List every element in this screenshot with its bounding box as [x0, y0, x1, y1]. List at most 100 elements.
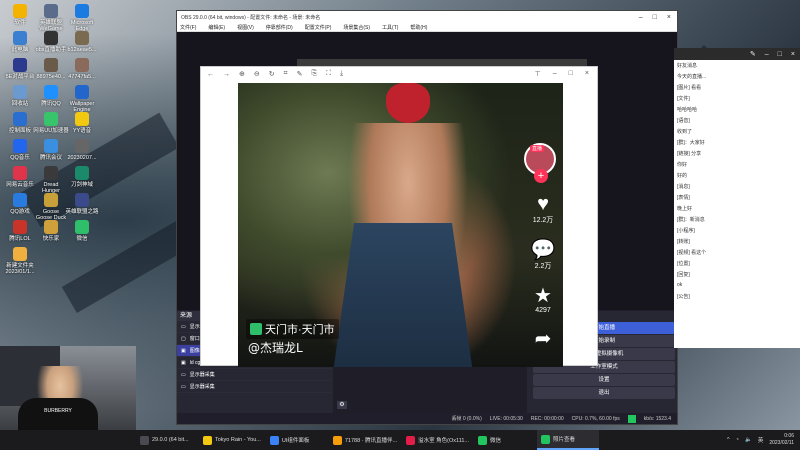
author-username[interactable]: @杰瑞龙L [248, 339, 303, 356]
taskbar-app[interactable]: 71788 · 腾讯直播伴... [329, 430, 401, 450]
chat-line[interactable]: [文件] [674, 93, 800, 104]
app-icon [332, 435, 342, 445]
app-icon [269, 435, 279, 445]
share-button[interactable]: ➦ [526, 328, 560, 350]
desktop-icon[interactable]: Wallpaper Engine [64, 85, 100, 113]
copy-icon[interactable]: ⎘ [311, 70, 317, 78]
video-frame-photo: 直播 + ♥ 12.2万 💬 2.2万 ★ 4297 ➦ 天门市·天门市 @杰瑞… [238, 83, 563, 367]
menu-profile[interactable]: 配置文件(P) [305, 24, 332, 31]
chat-line[interactable]: 你好 [674, 159, 800, 170]
minimize-icon[interactable]: – [765, 51, 769, 58]
chat-line[interactable]: 晚上好 [674, 203, 800, 214]
close-icon[interactable]: × [791, 51, 795, 58]
menu-edit[interactable]: 编辑(E) [208, 24, 225, 31]
chat-line[interactable]: 好友消息 [674, 60, 800, 71]
app-icon [44, 139, 58, 153]
zoom-out-icon[interactable]: ⊖ [254, 70, 260, 78]
desktop-icon[interactable]: YY语音 [64, 112, 100, 134]
chat-line[interactable]: [公告] [674, 291, 800, 302]
chat-line[interactable]: [群]：大家好 [674, 137, 800, 148]
taskbar-app[interactable]: Tokyo Rain - You... [199, 430, 265, 450]
source-item[interactable]: ▭显示器采集 [177, 369, 331, 381]
chat-line[interactable]: [链接] 分享 [674, 148, 800, 159]
chat-line[interactable]: [表情] [674, 192, 800, 203]
minimize-icon[interactable]: – [553, 70, 557, 78]
desktop-icon[interactable]: 47747fa5... [64, 58, 100, 80]
follow-plus-icon[interactable]: + [534, 169, 548, 183]
back-icon[interactable]: ← [207, 71, 214, 78]
chat-line[interactable]: 收到了 [674, 126, 800, 137]
obs-titlebar[interactable]: OBS 29.0.0 (64 bit, windows) - 配置文件: 未命名… [177, 11, 677, 23]
location-pin-icon [250, 323, 262, 335]
taskbar-app-label: UI组件面板 [281, 438, 310, 444]
chat-line[interactable]: [图片] 看看 [674, 82, 800, 93]
edit-icon[interactable]: ✎ [297, 70, 303, 78]
menu-tools[interactable]: 工具(T) [382, 24, 398, 31]
taskbar-app-label: 微信 [490, 438, 502, 444]
desktop-icon[interactable]: 刀剑神域 [64, 166, 100, 188]
gear-icon[interactable]: ⚙ [337, 401, 347, 409]
like-button[interactable]: ♥ 12.2万 [526, 193, 560, 225]
fullscreen-icon[interactable]: ⛶ [326, 70, 331, 78]
settings-button[interactable]: 设置 [533, 374, 675, 386]
menu-view[interactable]: 视图(V) [237, 24, 254, 31]
chat-line[interactable]: [转账] [674, 236, 800, 247]
pin-icon[interactable]: ✎ [750, 50, 756, 58]
volume-icon[interactable]: 🔈 [745, 437, 752, 443]
close-icon[interactable]: × [585, 70, 589, 78]
chat-line[interactable]: [位置] [674, 258, 800, 269]
download-icon[interactable]: ⤓ [340, 70, 343, 78]
maximize-icon[interactable]: □ [569, 70, 573, 78]
desktop-icon[interactable]: 20230207... [64, 139, 100, 161]
chat-line[interactable]: 好的 [674, 170, 800, 181]
menu-help[interactable]: 帮助(H) [410, 24, 427, 31]
chat-line[interactable]: 哈哈哈哈 [674, 104, 800, 115]
taskbar-app[interactable]: 照片查看 [537, 430, 599, 450]
menu-file[interactable]: 文件(F) [180, 24, 196, 31]
favorite-button[interactable]: ★ 4297 [526, 285, 560, 314]
desktop-icon[interactable]: 微信 [64, 220, 100, 242]
app-icon [44, 31, 58, 45]
clock[interactable]: 0:06 2023/02/11 [769, 433, 794, 447]
chat-line[interactable]: [语音] [674, 115, 800, 126]
chevron-up-icon[interactable]: ^ [727, 437, 730, 443]
chat-line[interactable]: ok [674, 280, 800, 291]
maximize-icon[interactable]: □ [778, 51, 782, 58]
chat-line[interactable]: [视频] 看这个 [674, 247, 800, 258]
desktop-icon[interactable]: 英雄联盟之路 [64, 193, 100, 215]
menu-docks[interactable]: 停靠部件(D) [266, 24, 293, 31]
taskbar-app[interactable]: 微信 [474, 430, 536, 450]
zoom-in-icon[interactable]: ⊕ [239, 70, 245, 78]
app-icon [75, 58, 89, 72]
maximize-icon[interactable]: □ [653, 14, 657, 21]
chat-line[interactable]: [回复] [674, 269, 800, 280]
rotate-icon[interactable]: ↻ [269, 70, 275, 78]
taskbar-app[interactable]: 29.0.0 (64 bit... [136, 430, 198, 450]
comment-button[interactable]: 💬 2.2万 [526, 239, 560, 271]
app-icon [13, 166, 27, 180]
forward-icon[interactable]: → [223, 71, 230, 78]
chat-line[interactable]: 今天的直播... [674, 71, 800, 82]
chat-line[interactable]: [消息] [674, 181, 800, 192]
chat-message-list: 好友消息 今天的直播... [图片] 看看 [文件] 哈哈哈哈 [语音] 收到了 [群]：大家… [674, 60, 800, 302]
crop-icon[interactable]: ⌗ [284, 70, 288, 78]
network-icon[interactable]: ◔ [736, 437, 739, 443]
location-tag[interactable]: 天门市·天门市 [246, 319, 339, 339]
chat-line[interactable]: [群]：新消息 [674, 214, 800, 225]
desktop-icon[interactable]: Microsoft Edge [64, 4, 100, 32]
menu-scene-collection[interactable]: 场景集合(S) [343, 24, 370, 31]
source-item[interactable]: ▭显示器采集 [177, 381, 331, 393]
language-indicator[interactable]: 英 [758, 436, 764, 444]
taskbar-app-label: 71788 · 腾讯直播伴... [344, 438, 398, 444]
chat-window[interactable]: ✎ – □ × 好友消息 今天的直播... [图片] 看看 [文件] 哈哈哈哈 [语音] 收… [674, 48, 800, 348]
exit-button[interactable]: 退出 [533, 387, 675, 399]
close-icon[interactable]: × [667, 14, 671, 21]
chat-line[interactable]: [小程序] [674, 225, 800, 236]
pin-icon[interactable]: ⊤ [535, 70, 541, 78]
desktop-icon[interactable]: b12aeae5... [64, 31, 100, 53]
taskbar-app[interactable]: 溢水室 角色(Ox111... [402, 430, 473, 450]
image-viewer-window[interactable]: ← → ⊕ ⊖ ↻ ⌗ ✎ ⎘ ⛶ ⤓ ⊤ – □ × 直播 + ♥ 12.2万… [200, 66, 598, 367]
desktop-icon[interactable]: 新建文件夹 2023/01/1... [2, 247, 38, 275]
taskbar-app[interactable]: UI组件面板 [266, 430, 328, 450]
minimize-icon[interactable]: – [639, 14, 643, 21]
